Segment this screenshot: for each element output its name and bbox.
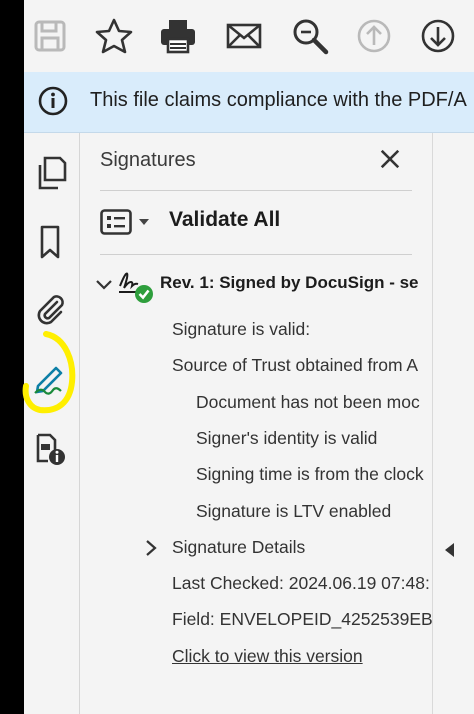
attachment-icon[interactable] [28, 286, 72, 330]
compliance-notice-bar: This file claims compliance with the PDF… [24, 72, 474, 133]
navigation-rail [24, 133, 80, 714]
view-version-link[interactable]: Click to view this version [172, 646, 363, 667]
save-icon[interactable] [26, 12, 74, 60]
close-icon[interactable] [374, 143, 406, 175]
chevron-down-icon[interactable] [95, 278, 113, 292]
status-line: Signature is valid: [172, 319, 311, 339]
collapse-arrow-icon[interactable] [442, 541, 456, 559]
list-options-icon [100, 209, 132, 235]
pages-icon[interactable] [28, 151, 72, 195]
info-icon [38, 86, 68, 116]
star-icon[interactable] [90, 12, 138, 60]
bookmark-icon[interactable] [28, 220, 72, 264]
document-info-icon[interactable] [28, 426, 72, 470]
divider [100, 190, 412, 191]
panel-title: Signatures [100, 149, 196, 171]
status-line: Source of Trust obtained from A [172, 355, 419, 375]
signature-details-toggle[interactable]: Signature Details [172, 537, 305, 558]
status-line: Signer's identity is valid [196, 428, 378, 448]
options-menu-button[interactable] [100, 207, 156, 237]
print-icon[interactable] [154, 12, 202, 60]
page-down-icon[interactable] [414, 12, 462, 60]
highlight-scribble [22, 331, 76, 414]
field-text: Field: ENVELOPEID_4252539EB5 [172, 609, 432, 629]
last-checked-text: Last Checked: 2024.06.19 07:48: [172, 573, 430, 593]
caret-down-icon [139, 219, 149, 225]
page-up-icon[interactable] [350, 12, 398, 60]
status-line: Document has not been moc [196, 392, 420, 412]
search-zoom-icon[interactable] [286, 12, 334, 60]
divider [100, 254, 412, 255]
revision-label[interactable]: Rev. 1: Signed by DocuSign - se [160, 273, 419, 293]
panel-collapse-strip[interactable] [432, 133, 474, 714]
status-line: Signing time is from the clock [196, 464, 424, 484]
toolbar [24, 0, 474, 72]
signatures-panel: Signatures Validate All Rev. 1: Signed b… [80, 133, 432, 714]
validate-all-button[interactable]: Validate All [169, 208, 280, 232]
signature-valid-icon [119, 272, 153, 303]
compliance-notice-text: This file claims compliance with the PDF… [90, 89, 467, 111]
chevron-right-icon[interactable] [144, 539, 158, 557]
window-left-edge [0, 0, 24, 714]
status-line: Signature is LTV enabled [196, 501, 392, 521]
mail-icon[interactable] [220, 12, 268, 60]
